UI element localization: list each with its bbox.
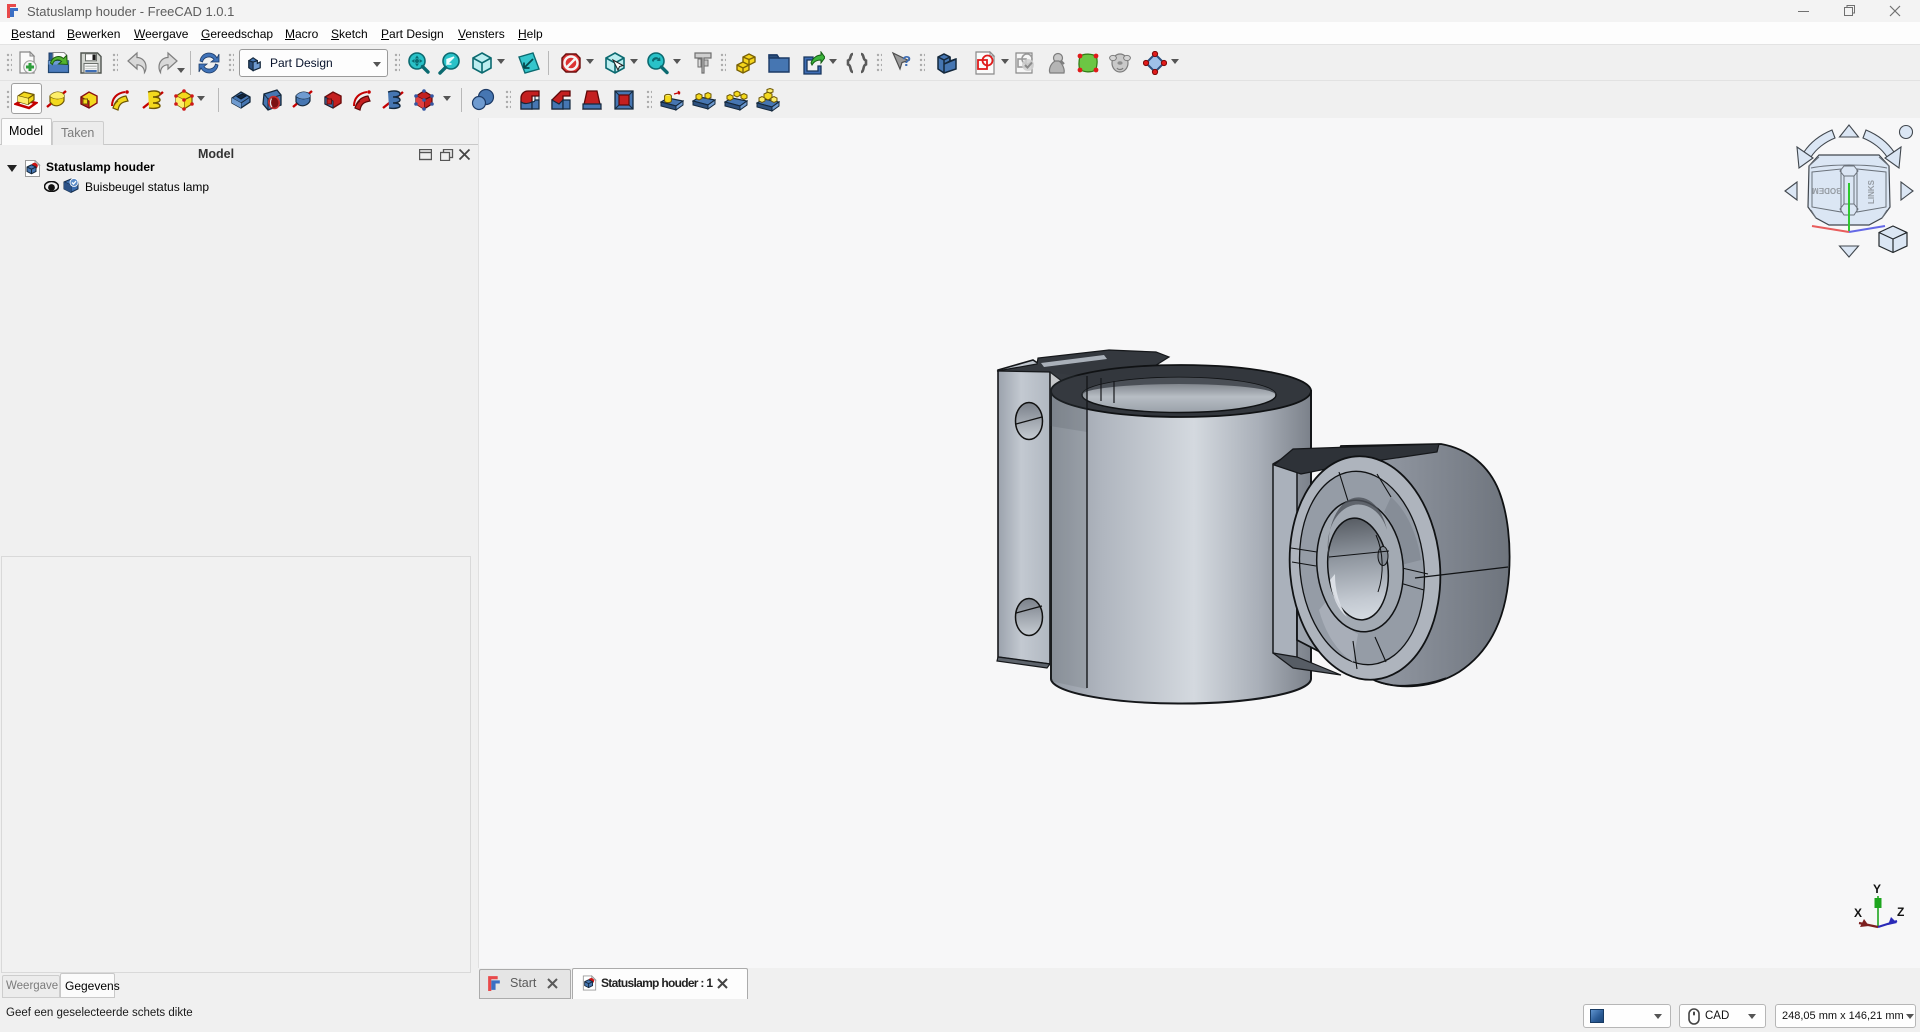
svg-text:Z: Z — [1897, 905, 1904, 919]
svg-text:?: ? — [902, 53, 911, 70]
svg-text:Y: Y — [1873, 882, 1881, 896]
svg-text:X: X — [1854, 906, 1862, 920]
svg-text:LINKS: LINKS — [1867, 179, 1876, 204]
svg-text:BODEM: BODEM — [1812, 186, 1842, 195]
